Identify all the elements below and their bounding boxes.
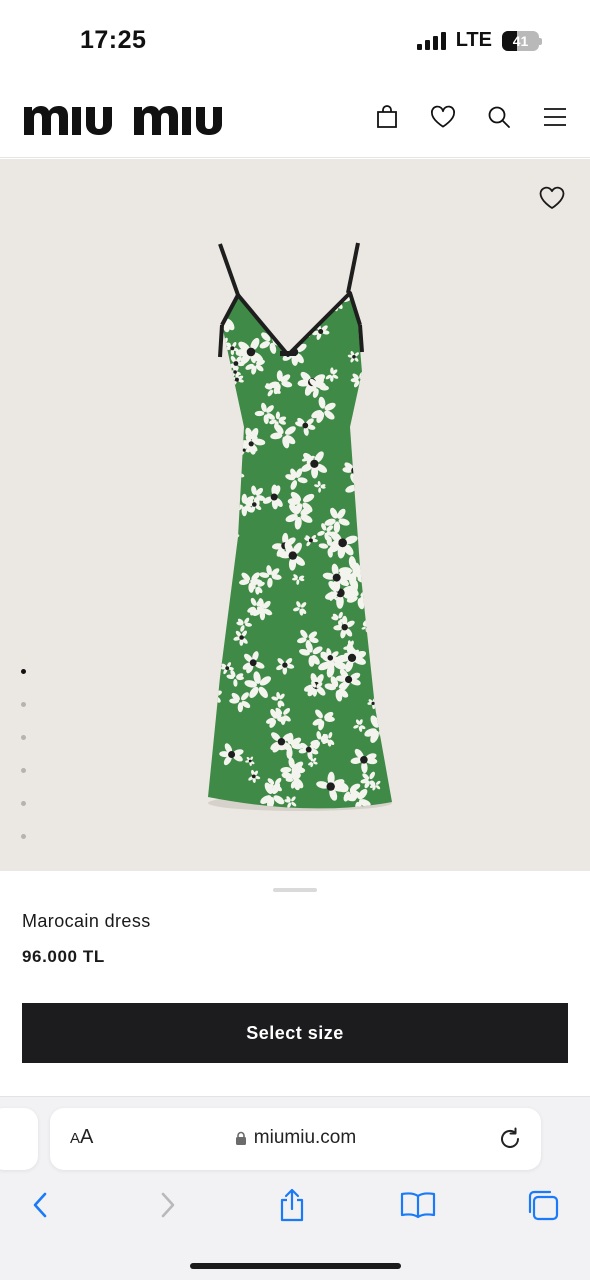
battery-icon: 41	[502, 30, 542, 51]
previous-tab-preview[interactable]	[0, 1108, 38, 1170]
brand-logo[interactable]	[24, 98, 228, 138]
site-header	[0, 80, 590, 158]
battery-level: 41	[512, 32, 529, 49]
header-actions	[374, 104, 568, 130]
carousel-dot[interactable]	[21, 702, 26, 707]
browser-toolbar	[0, 1183, 590, 1229]
dress-floral-print	[208, 293, 392, 809]
tabs-icon[interactable]	[525, 1187, 561, 1223]
menu-icon[interactable]	[542, 104, 568, 130]
product-image-carousel[interactable]	[0, 159, 590, 871]
product-price: 96.000 TL	[22, 947, 105, 966]
wishlist-heart-icon[interactable]	[538, 185, 566, 211]
heart-icon[interactable]	[430, 104, 456, 130]
carousel-dot[interactable]	[21, 801, 26, 806]
status-indicators: LTE 41	[416, 29, 542, 52]
select-size-button[interactable]: Select size	[22, 1003, 568, 1063]
safari-browser-chrome: AA miumiu.com	[0, 1096, 590, 1280]
status-time: 17:25	[80, 26, 147, 54]
reload-icon[interactable]	[497, 1126, 523, 1152]
shopping-bag-icon[interactable]	[374, 104, 400, 130]
home-indicator[interactable]	[190, 1263, 401, 1269]
back-icon[interactable]	[22, 1187, 58, 1223]
bookmarks-icon[interactable]	[400, 1187, 436, 1223]
carousel-dot[interactable]	[21, 834, 26, 839]
status-bar: 17:25 LTE 41	[0, 0, 590, 80]
url-display[interactable]: miumiu.com	[50, 1127, 541, 1149]
cellular-signal-icon	[416, 31, 446, 50]
network-type: LTE	[455, 29, 492, 51]
carousel-dot[interactable]	[21, 768, 26, 773]
carousel-dots	[21, 669, 26, 839]
forward-icon[interactable]	[150, 1187, 186, 1223]
url-text: miumiu.com	[253, 1127, 357, 1148]
search-icon[interactable]	[486, 104, 512, 130]
product-name: Marocain dress	[22, 911, 151, 931]
share-icon[interactable]	[274, 1187, 310, 1223]
product-info-sheet: Marocain dress 96.000 TL Select size	[0, 871, 590, 1096]
lock-icon	[235, 1131, 246, 1145]
product-photo-dress	[208, 242, 392, 811]
carousel-dot[interactable]	[21, 735, 26, 740]
carousel-dot[interactable]	[21, 669, 26, 674]
address-bar[interactable]: AA miumiu.com	[50, 1108, 541, 1170]
brand-logo-wordmark	[24, 106, 222, 135]
sheet-grabber[interactable]	[273, 888, 317, 892]
